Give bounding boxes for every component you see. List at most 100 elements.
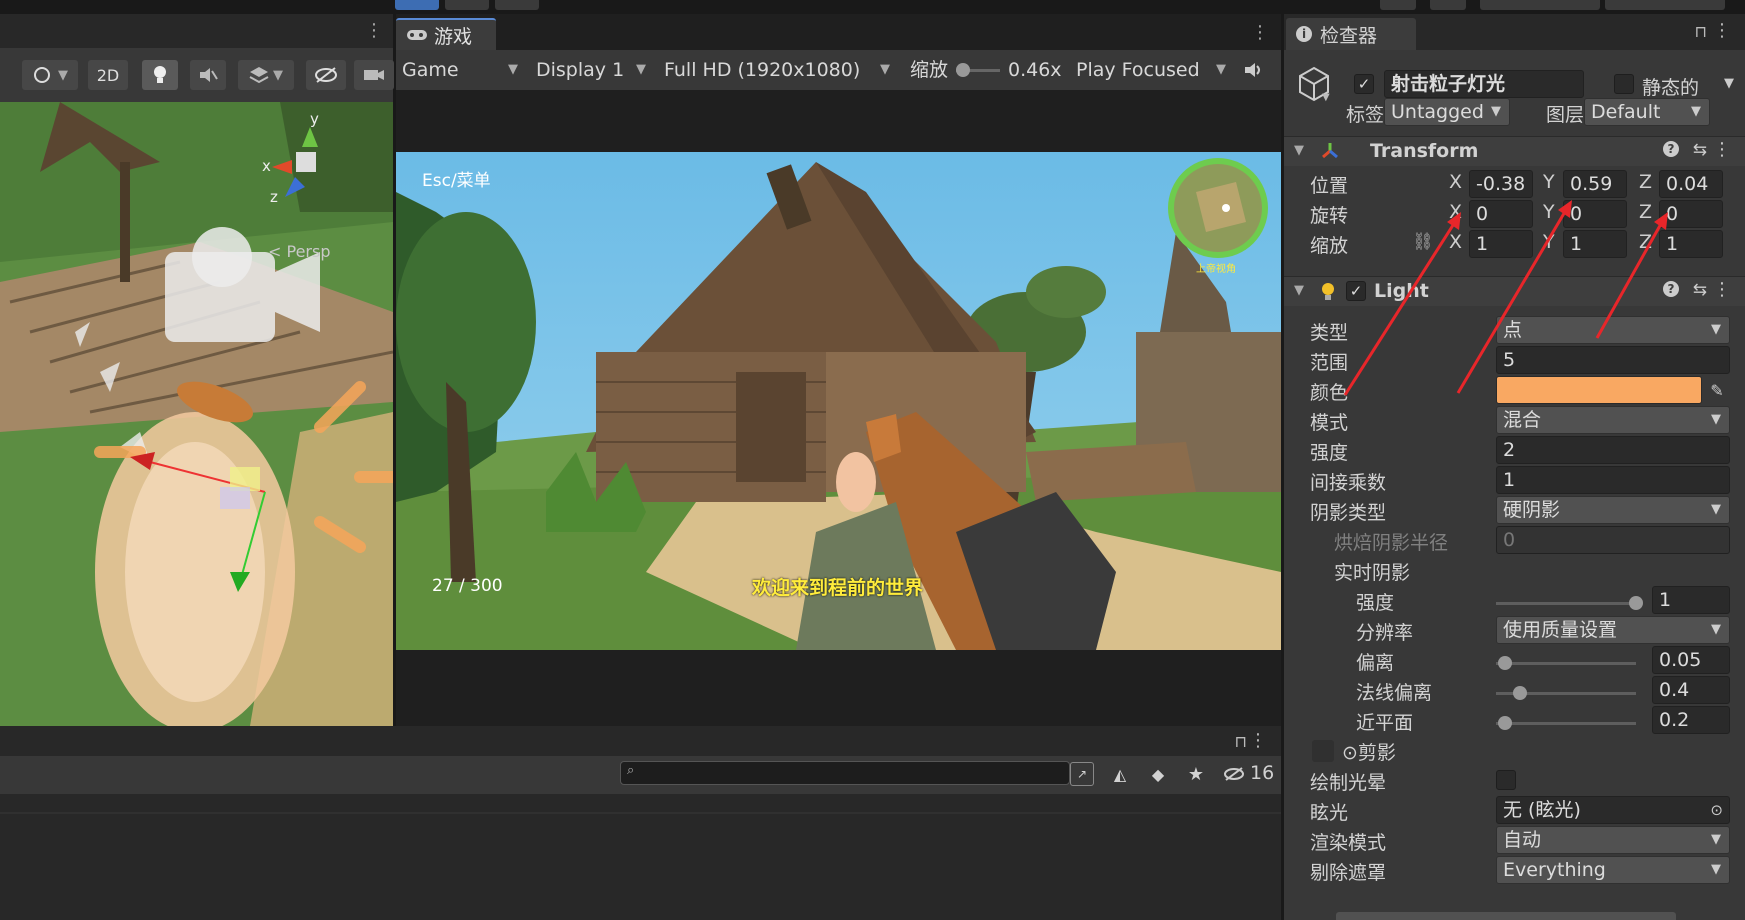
- shadow-strength-field[interactable]: 1: [1652, 586, 1730, 614]
- scene-viewport[interactable]: y x z < Persp: [0, 102, 393, 726]
- light-enabled-checkbox[interactable]: ✓: [1346, 281, 1366, 301]
- range-field[interactable]: 5: [1496, 346, 1730, 374]
- hidden-eye-icon[interactable]: [1222, 762, 1246, 786]
- speaker-icon[interactable]: [1238, 56, 1268, 84]
- camera-dropdown[interactable]: [354, 60, 394, 90]
- draw-mode-dropdown[interactable]: ▼: [22, 60, 78, 90]
- play-button[interactable]: [395, 0, 439, 10]
- scale-slider-knob[interactable]: [956, 63, 970, 77]
- layers-dropdown[interactable]: [1480, 0, 1600, 10]
- bias-knob[interactable]: [1498, 656, 1512, 670]
- mute-icon: [200, 68, 218, 82]
- bias-field[interactable]: 0.05: [1652, 646, 1730, 674]
- 2d-toggle[interactable]: 2D: [88, 60, 128, 90]
- flare-label: 眩光: [1310, 802, 1349, 824]
- chevron-down-icon[interactable]: ▼: [1322, 92, 1330, 103]
- add-component-button[interactable]: [1336, 912, 1676, 920]
- position-y-field[interactable]: 0.59: [1563, 170, 1627, 198]
- color-swatch[interactable]: [1496, 376, 1702, 404]
- transform-header[interactable]: ▼ Transform ? ⇆ ⋮: [1284, 136, 1745, 166]
- lock-icon[interactable]: ⊓: [1695, 22, 1707, 41]
- normal-bias-slider[interactable]: [1496, 686, 1636, 700]
- play-mode-dropdown[interactable]: Play Focused ▼: [1076, 50, 1226, 90]
- game-viewport[interactable]: Esc/菜单 27 / 300 欢迎来到程前的世界 上帝视角: [396, 152, 1281, 650]
- near-plane-field[interactable]: 0.2: [1652, 706, 1730, 734]
- presets-icon[interactable]: ⇆: [1693, 280, 1707, 300]
- step-button[interactable]: [495, 0, 539, 10]
- layer-dropdown[interactable]: Default ▼: [1584, 98, 1710, 126]
- position-z-field[interactable]: 0.04: [1659, 170, 1723, 198]
- scale-slider[interactable]: [956, 63, 1000, 77]
- active-checkbox[interactable]: ✓: [1354, 74, 1374, 94]
- hidden-count: 16: [1250, 762, 1275, 784]
- shadow-resolution-dropdown[interactable]: 使用质量设置 ▼: [1496, 616, 1730, 644]
- eyedropper-icon[interactable]: ✎: [1704, 376, 1730, 404]
- history-icon[interactable]: [1380, 0, 1416, 10]
- draw-halo-checkbox[interactable]: [1496, 770, 1516, 790]
- scale-z-field[interactable]: 1: [1659, 230, 1723, 258]
- light-type-dropdown[interactable]: 点 ▼: [1496, 316, 1730, 344]
- bias-slider[interactable]: [1496, 656, 1636, 670]
- scale-label: 缩放: [1310, 235, 1349, 257]
- gizmo-axis-y: y: [310, 110, 319, 128]
- help-icon[interactable]: ?: [1663, 141, 1679, 157]
- normal-bias-field[interactable]: 0.4: [1652, 676, 1730, 704]
- shadow-strength-slider[interactable]: [1496, 596, 1643, 610]
- shadow-strength-label: 强度: [1356, 592, 1395, 614]
- minimap[interactable]: [1168, 158, 1268, 258]
- mode-dropdown[interactable]: 混合 ▼: [1496, 406, 1730, 434]
- filter-type-icon[interactable]: ◭: [1108, 762, 1132, 786]
- component-menu-icon[interactable]: ⋮: [1713, 139, 1731, 160]
- scale-x-field[interactable]: 1: [1469, 230, 1533, 258]
- lighting-toggle[interactable]: [142, 60, 178, 90]
- position-x-field[interactable]: -0.38: [1469, 170, 1533, 198]
- projection-label[interactable]: < Persp: [268, 242, 330, 261]
- visibility-toggle[interactable]: [306, 60, 346, 90]
- tag-dropdown[interactable]: Untagged ▼: [1384, 98, 1510, 126]
- constrain-proportions-icon[interactable]: ⛓: [1412, 232, 1434, 252]
- culling-mask-dropdown[interactable]: Everything ▼: [1496, 856, 1730, 884]
- more-options-icon[interactable]: ⋮: [1713, 20, 1731, 41]
- intensity-field[interactable]: 2: [1496, 436, 1730, 464]
- rotation-z-field[interactable]: 0: [1659, 200, 1723, 228]
- search-icon[interactable]: [1430, 0, 1466, 10]
- rotation-y-field[interactable]: 0: [1563, 200, 1627, 228]
- render-mode-dropdown[interactable]: 自动 ▼: [1496, 826, 1730, 854]
- lock-icon[interactable]: ⊓: [1235, 732, 1247, 751]
- effects-dropdown[interactable]: ▼: [238, 60, 294, 90]
- resolution-dropdown[interactable]: Full HD (1920x1080) ▼: [664, 50, 894, 90]
- shadow-strength-knob[interactable]: [1629, 596, 1643, 610]
- light-header[interactable]: ▼ ✓ Light ? ⇆ ⋮: [1284, 276, 1745, 306]
- help-icon[interactable]: ?: [1663, 281, 1679, 297]
- search-input[interactable]: ⌕: [620, 761, 1070, 785]
- flare-field[interactable]: 无 (眩光) ⊙: [1496, 796, 1730, 824]
- indirect-multiplier-field[interactable]: 1: [1496, 466, 1730, 494]
- normal-bias-knob[interactable]: [1513, 686, 1527, 700]
- shadow-type-dropdown[interactable]: 硬阴影 ▼: [1496, 496, 1730, 524]
- star-icon[interactable]: ★: [1184, 762, 1208, 786]
- display-dropdown[interactable]: Display 1 ▼: [536, 50, 652, 90]
- open-window-icon[interactable]: ↗: [1070, 762, 1094, 786]
- game-mode-dropdown[interactable]: Game ▼: [402, 50, 524, 90]
- more-options-icon[interactable]: ⋮: [1251, 22, 1269, 43]
- rotation-x-field[interactable]: 0: [1469, 200, 1533, 228]
- more-options-icon[interactable]: ⋮: [365, 20, 383, 41]
- near-plane-slider[interactable]: [1496, 716, 1636, 730]
- static-dropdown[interactable]: ▼: [1724, 76, 1734, 91]
- near-plane-knob[interactable]: [1498, 716, 1512, 730]
- tab-inspector[interactable]: i 检查器: [1286, 18, 1416, 50]
- draw-halo-label: 绘制光晕: [1310, 772, 1387, 794]
- object-name-field[interactable]: 射击粒子灯光: [1384, 70, 1584, 98]
- audio-toggle[interactable]: [190, 60, 226, 90]
- static-checkbox[interactable]: [1614, 74, 1634, 94]
- layout-dropdown[interactable]: [1605, 0, 1725, 10]
- pause-button[interactable]: [445, 0, 489, 10]
- cookie-slot[interactable]: [1312, 740, 1334, 762]
- tab-game[interactable]: 游戏: [396, 18, 496, 50]
- presets-icon[interactable]: ⇆: [1693, 140, 1707, 160]
- label-icon[interactable]: ◆: [1146, 762, 1170, 786]
- component-menu-icon[interactable]: ⋮: [1713, 279, 1731, 300]
- more-options-icon[interactable]: ⋮: [1249, 730, 1267, 751]
- object-picker-icon[interactable]: ⊙: [1710, 797, 1723, 823]
- scale-y-field[interactable]: 1: [1563, 230, 1627, 258]
